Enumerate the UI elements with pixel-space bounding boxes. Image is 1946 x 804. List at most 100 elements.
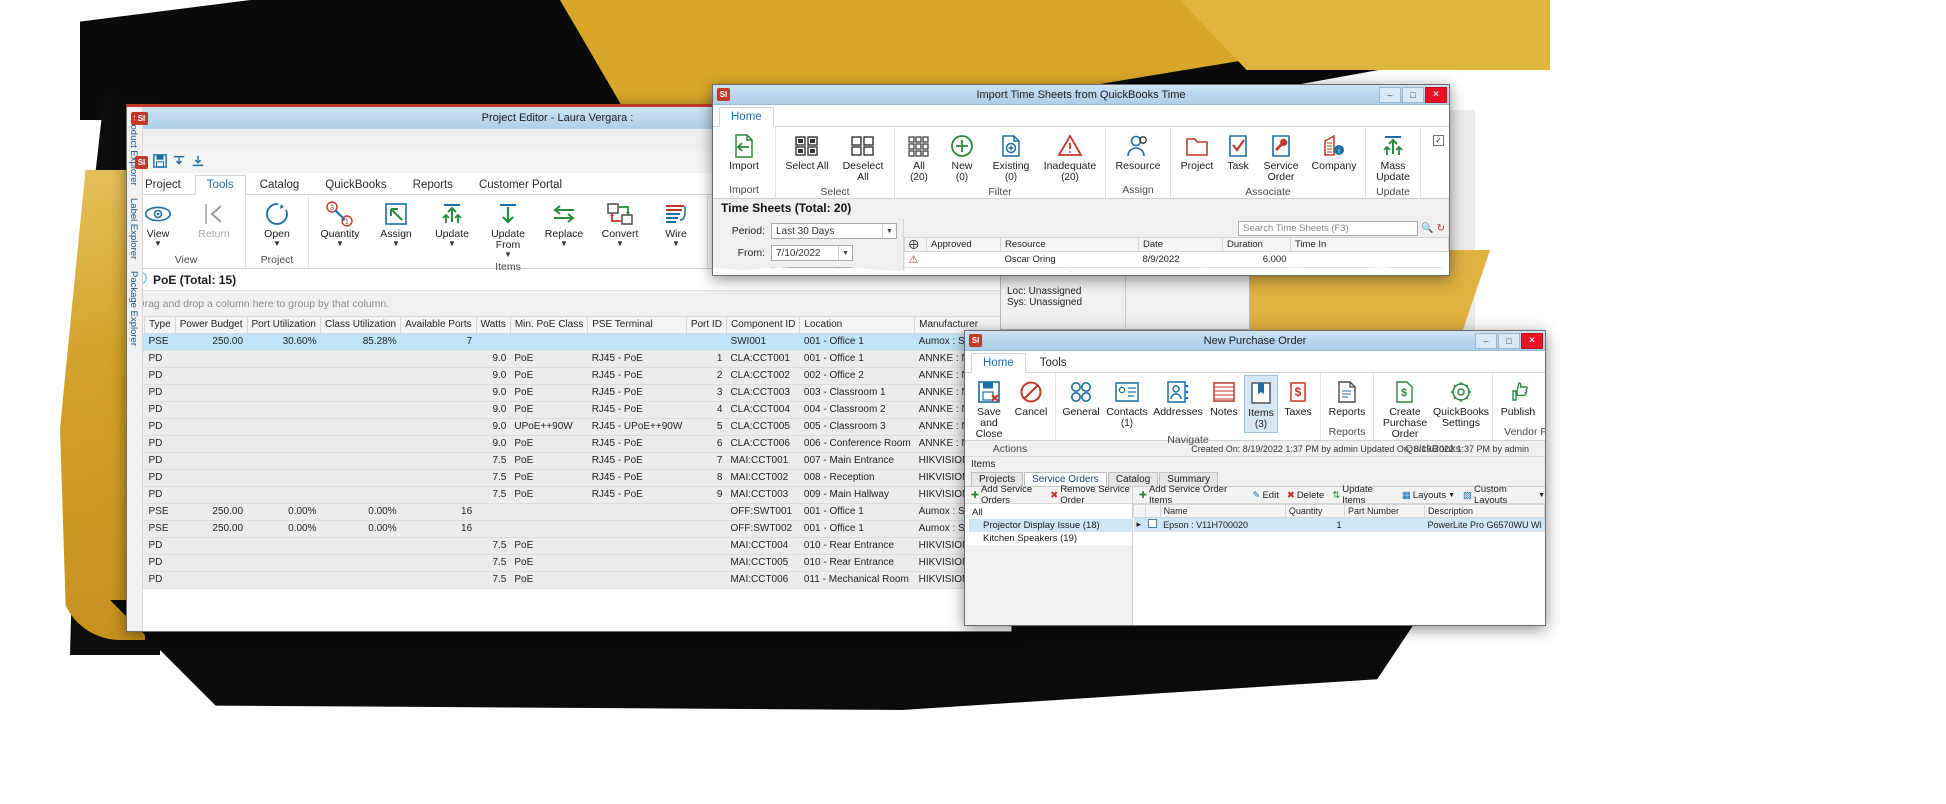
update-from-caret-icon[interactable]: ▼ (504, 251, 512, 259)
po-col-name[interactable]: Name (1159, 504, 1286, 518)
open-button[interactable]: Open ▼ (250, 197, 304, 249)
filter-new-button[interactable]: New (0) (941, 129, 983, 185)
col-min-poe-class[interactable]: Min. PoE Class (509, 317, 589, 334)
table-row[interactable]: PD 7.5 PoE RJ45 - PoE 8 MAI:CCT002 008 - Recep… (127, 469, 1011, 487)
plus-circle-small-icon[interactable]: ⨁ (909, 239, 919, 250)
quantity-caret-icon[interactable]: ▼ (336, 240, 344, 248)
custom-layouts-caret-icon[interactable]: ▼ (1538, 492, 1545, 499)
po-col-expander[interactable] (1133, 504, 1146, 518)
replace-caret-icon[interactable]: ▼ (560, 240, 568, 248)
filter-existing-button[interactable]: Existing (0) (985, 129, 1037, 185)
ts-col-date[interactable]: Date (1138, 237, 1223, 252)
col-available-ports[interactable]: Available Ports (400, 317, 477, 334)
service-orders-tree[interactable]: All Projector Display Issue (18) Kitchen… (965, 504, 1133, 545)
quantity-button[interactable]: 31 Quantity ▼ (313, 197, 367, 249)
deselect-all-button[interactable]: Deselect All (836, 129, 890, 185)
tab-tools[interactable]: Tools (194, 175, 246, 195)
col-port-utilization[interactable]: Port Utilization (246, 317, 321, 334)
custom-layouts-button[interactable]: ▧ Custom Layouts ▼ (1463, 484, 1545, 506)
group-by-strip[interactable]: Drag and drop a column here to group by … (127, 291, 1011, 317)
from-input[interactable]: 7/10/2022 ▼ (771, 245, 853, 261)
convert-button[interactable]: Convert ▼ (593, 197, 647, 249)
search-icon[interactable]: 🔍 (1421, 223, 1433, 234)
general-button[interactable]: General (1060, 375, 1102, 420)
wire-button[interactable]: Wire ▼ (649, 197, 703, 249)
ts-col-resource[interactable]: Resource (1000, 237, 1139, 252)
view-caret-icon[interactable]: ▼ (154, 240, 162, 248)
contacts-button[interactable]: Contacts (1) (1104, 375, 1150, 431)
po-tree-toolbar[interactable]: ✚ Add Service Orders ✖ Remove Service Or… (965, 484, 1132, 506)
col-power-budget[interactable]: Power Budget (174, 317, 248, 334)
po-ribbon[interactable]: Save and Close Cancel Actions General Co… (965, 373, 1545, 455)
table-row[interactable]: PD 9.0 PoE RJ45 - PoE 2 CLA:CCT002 002 - Offic… (127, 367, 1011, 385)
reports-button[interactable]: Reports (1325, 375, 1369, 420)
filter-all-button[interactable]: All (20) (899, 129, 939, 185)
col-class-utilization[interactable]: Class Utilization (319, 317, 402, 334)
col-location[interactable]: Location (799, 317, 916, 334)
add-service-orders-button[interactable]: ✚ Add Service Orders (971, 484, 1042, 506)
assign-caret-icon[interactable]: ▼ (392, 240, 400, 248)
po-minimize-button[interactable]: – (1475, 332, 1497, 349)
check-in-icon[interactable] (172, 154, 186, 171)
assign-button[interactable]: Assign ▼ (369, 197, 423, 249)
from-chevron-down-icon[interactable]: ▼ (838, 246, 852, 260)
wire-caret-icon[interactable]: ▼ (672, 240, 680, 248)
table-row[interactable]: PSE 250.00 0.00% 0.00% 16 OFF:SWT002 001 - Off… (127, 520, 1011, 538)
add-service-order-items-button[interactable]: ✚ Add Service Order Items (1139, 484, 1245, 506)
period-field[interactable]: Period: Last 30 Days ▼ (719, 223, 897, 239)
col-port-id[interactable]: Port ID (685, 317, 727, 334)
time-sheets-tabs[interactable]: Home (713, 105, 1449, 127)
sidebar-item-label-explorer[interactable]: Label Explorer (127, 194, 140, 263)
po-items-table[interactable]: Name Quantity Part Number Description ▸ E… (1133, 504, 1545, 532)
quickbooks-settings-button[interactable]: QuickBooks Settings (1433, 375, 1489, 431)
cancel-button[interactable]: Cancel (1011, 375, 1051, 420)
tree-node-kitchen-speakers[interactable]: Kitchen Speakers (19) (969, 532, 1132, 545)
update-caret-icon[interactable]: ▼ (448, 240, 456, 248)
col-type[interactable]: Type (144, 317, 176, 334)
po-col-quantity[interactable]: Quantity (1284, 504, 1346, 518)
sidebar-item-package-explorer[interactable]: Package Explorer (127, 267, 140, 350)
items-button[interactable]: Items (3) (1244, 375, 1278, 433)
poe-table[interactable]: Type Power Budget Port Utilization Class… (127, 317, 1011, 589)
edit-button[interactable]: ✎ Edit (1253, 490, 1279, 501)
publish-button[interactable]: Publish (1497, 375, 1539, 420)
time-sheets-filters[interactable]: Period: Last 30 Days ▼ From: 7/10/2022 ▼… (713, 219, 903, 275)
view-po-button[interactable]: View (1541, 375, 1545, 420)
check-out-icon[interactable] (191, 154, 205, 171)
table-row[interactable]: PD 9.0 PoE RJ45 - PoE 1 CLA:CCT001 001 - Offic… (127, 350, 1011, 368)
po-col-part-number[interactable]: Part Number (1344, 504, 1425, 518)
table-row[interactable]: PD 7.5 PoE RJ45 - PoE 9 MAI:CCT003 009 - Main … (127, 486, 1011, 504)
period-select[interactable]: Last 30 Days ▼ (771, 223, 897, 239)
chevron-down-icon[interactable]: ▼ (882, 224, 896, 238)
update-from-button[interactable]: Update From ▼ (481, 197, 535, 260)
open-caret-icon[interactable]: ▼ (273, 240, 281, 248)
task-assoc-button[interactable]: Task (1221, 129, 1255, 174)
po-col-description[interactable]: Description (1423, 504, 1545, 518)
col-pse-terminal[interactable]: PSE Terminal (587, 317, 687, 334)
table-row[interactable]: PD 9.0 UPoE++90W RJ45 - UPoE++90W 5 CLA:CCT00… (127, 418, 1011, 436)
po-row-expander[interactable]: ▸ (1133, 517, 1146, 532)
tab-quickbooks[interactable]: QuickBooks (313, 175, 398, 194)
mass-update-button[interactable]: Mass Update (1370, 129, 1416, 185)
po-tab-home[interactable]: Home (971, 353, 1026, 373)
maximize-button[interactable]: □ (1402, 86, 1424, 103)
save-and-close-button[interactable]: Save and Close (969, 375, 1009, 442)
overtime-checkbox[interactable]: ✓ (1433, 135, 1444, 146)
close-button[interactable]: ✕ (1425, 86, 1447, 103)
from-field[interactable]: From: 7/10/2022 ▼ (719, 245, 897, 261)
table-row[interactable]: PD 7.5 PoE RJ45 - PoE 7 MAI:CCT001 007 - Main … (127, 452, 1011, 470)
table-row[interactable]: ▸ Epson : V11H700020 1 PowerLite Pro G6570W… (1133, 517, 1545, 532)
replace-button[interactable]: Replace ▼ (537, 197, 591, 249)
update-items-button[interactable]: ⇅ Update Items (1332, 484, 1394, 506)
minimize-button[interactable]: – (1379, 86, 1401, 103)
table-row[interactable]: PSE 250.00 0.00% 0.00% 16 OFF:SWT001 001 - Off… (127, 503, 1011, 521)
tab-reports[interactable]: Reports (401, 175, 465, 194)
layouts-button[interactable]: ▦ Layouts ▼ (1402, 490, 1455, 501)
tree-node-all[interactable]: All (969, 506, 1132, 519)
ts-col-approved[interactable]: Approved (926, 237, 1001, 252)
addresses-button[interactable]: Addresses (1152, 375, 1204, 420)
table-row[interactable]: PD 9.0 PoE RJ45 - PoE 3 CLA:CCT003 003 - Class… (127, 384, 1011, 402)
explorer-side-tabs[interactable]: Product Explorer Label Explorer Package … (127, 107, 143, 631)
layouts-caret-icon[interactable]: ▼ (1448, 492, 1455, 499)
delete-button[interactable]: ✖ Delete (1287, 490, 1324, 501)
